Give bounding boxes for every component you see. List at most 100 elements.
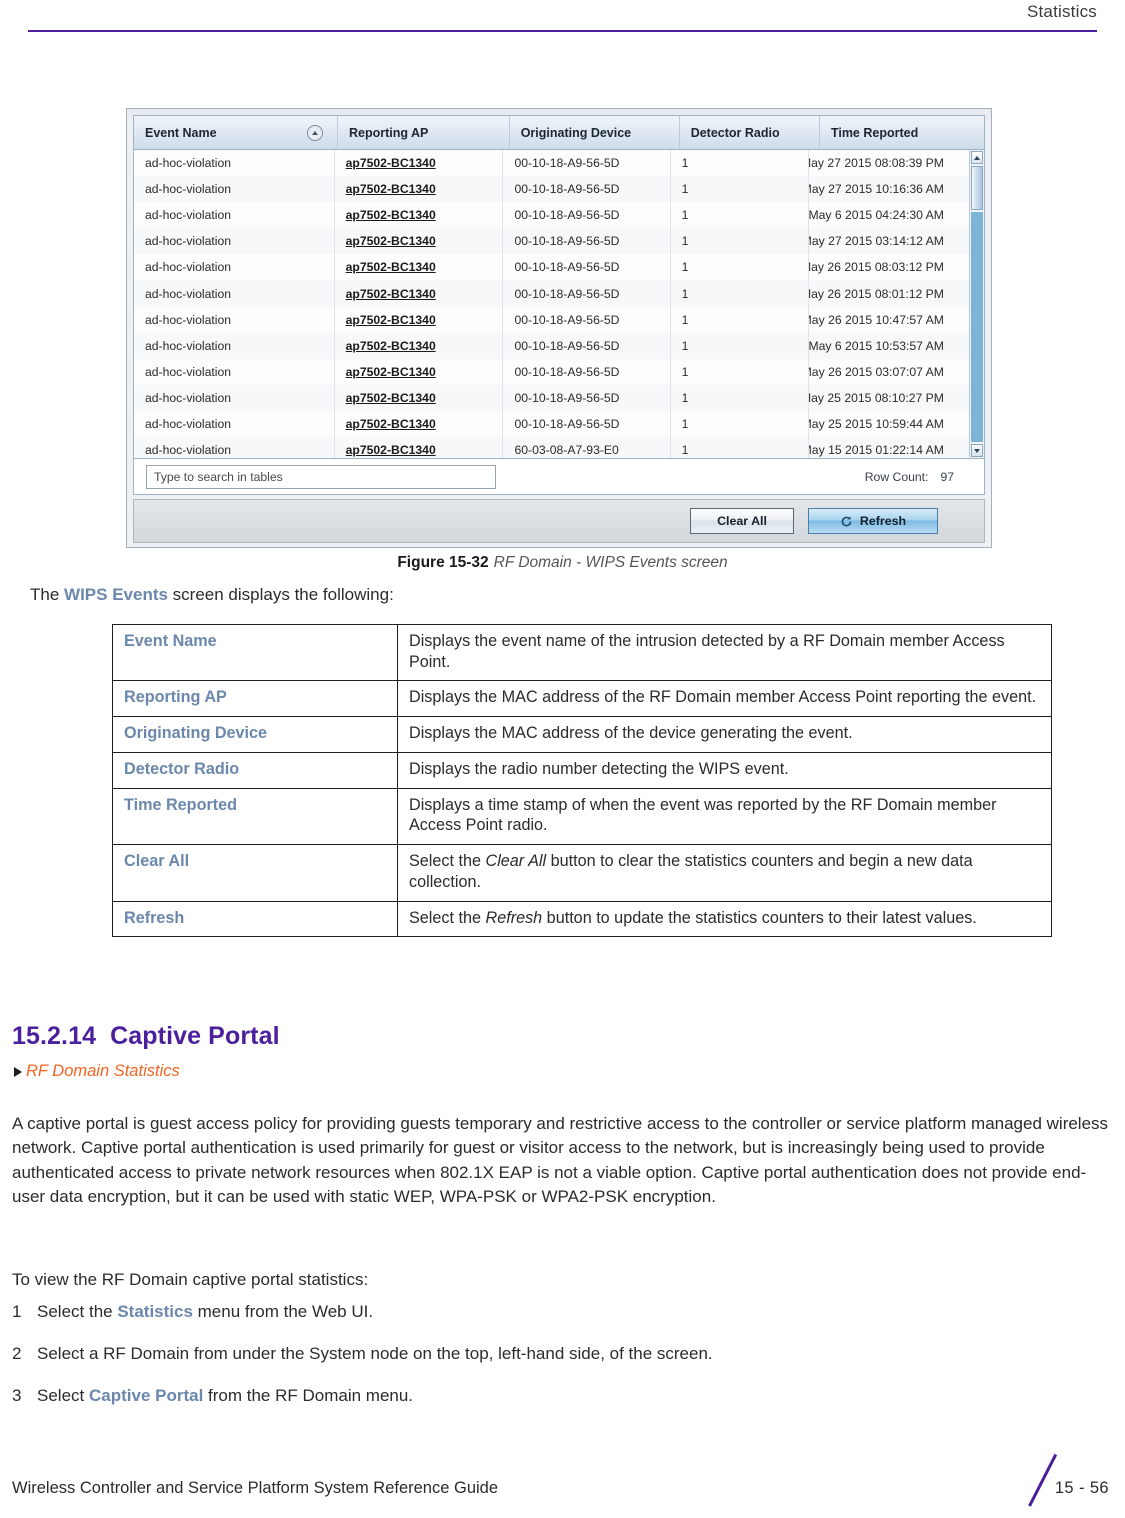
cell-time-reported: Mon May 25 2015 10:59:44 AM xyxy=(809,416,944,431)
cell-reporting-ap[interactable]: ap7502-BC1340 xyxy=(335,280,504,307)
table-row[interactable]: ad-hoc-violation ap7502-BC1340 00-10-18-… xyxy=(134,384,970,411)
header-rule xyxy=(28,30,1097,32)
cell-detector-radio: 1 xyxy=(671,254,809,281)
refresh-button[interactable]: Refresh xyxy=(808,508,938,534)
cell-reporting-ap[interactable]: ap7502-BC1340 xyxy=(335,228,504,255)
table-row[interactable]: ad-hoc-violation ap7502-BC1340 00-10-18-… xyxy=(134,176,970,203)
step-keyword: Statistics xyxy=(117,1302,193,1321)
column-header-reporting-ap[interactable]: Reporting AP xyxy=(338,116,510,149)
running-header: Statistics xyxy=(0,0,1125,32)
desc-originating-device: Displays the MAC address of the device g… xyxy=(397,716,1052,753)
column-header-detector-radio-label: Detector Radio xyxy=(690,125,780,140)
cell-detector-radio: 1 xyxy=(671,280,809,307)
figure-number: Figure 15-32 xyxy=(397,554,489,571)
table-row[interactable]: ad-hoc-violation ap7502-BC1340 00-10-18-… xyxy=(134,410,970,438)
column-header-event-name[interactable]: Event Name xyxy=(134,116,338,149)
table-row[interactable]: ad-hoc-violation ap7502-BC1340 00-10-18-… xyxy=(134,202,970,229)
clear-all-label: Clear All xyxy=(717,514,767,528)
scrollbar-track[interactable] xyxy=(971,212,983,442)
search-input[interactable]: Type to search in tables xyxy=(146,464,496,489)
step-keyword: Captive Portal xyxy=(88,1386,204,1405)
section-heading: 15.2.14 Captive Portal xyxy=(12,1022,280,1051)
cell-time-reported: Mon May 25 2015 08:10:27 PM xyxy=(809,390,944,405)
table-row[interactable]: ad-hoc-violation ap7502-BC1340 00-10-18-… xyxy=(134,358,970,385)
desc-reporting-ap: Displays the MAC address of the RF Domai… xyxy=(397,680,1052,718)
cell-event-name: ad-hoc-violation xyxy=(134,280,335,307)
cell-reporting-ap[interactable]: ap7502-BC1340 xyxy=(335,437,504,458)
cell-originating-device: 00-10-18-A9-56-5D xyxy=(503,254,671,281)
wips-events-screen: Event Name Reporting AP Originating Devi… xyxy=(126,108,992,548)
scrollbar-thumb[interactable] xyxy=(971,166,983,210)
desc-event-name: Displays the event name of the intrusion… xyxy=(397,623,1052,682)
step-number: 3 xyxy=(12,1386,22,1405)
cell-reporting-ap[interactable]: ap7502-BC1340 xyxy=(335,306,504,333)
cell-reporting-ap[interactable]: ap7502-BC1340 xyxy=(335,410,504,438)
table-row[interactable]: ad-hoc-violation ap7502-BC1340 00-10-18-… xyxy=(134,228,970,255)
cell-reporting-ap[interactable]: ap7502-BC1340 xyxy=(335,384,504,411)
term-refresh: Refresh xyxy=(112,900,398,938)
cell-event-name: ad-hoc-violation xyxy=(134,358,335,385)
row-count-value: 97 xyxy=(940,469,954,484)
grid-footer: Type to search in tables Row Count: 97 xyxy=(134,458,984,494)
events-grid-panel: Event Name Reporting AP Originating Devi… xyxy=(133,115,985,495)
scroll-down-icon[interactable] xyxy=(971,444,983,457)
list-item: 1 Select the Statistics menu from the We… xyxy=(12,1302,1112,1322)
cell-event-name: ad-hoc-violation xyxy=(134,332,335,359)
procedure-lead-in: To view the RF Domain captive portal sta… xyxy=(12,1270,369,1289)
table-row[interactable]: ad-hoc-violation ap7502-BC1340 00-10-18-… xyxy=(134,332,970,359)
column-header-detector-radio[interactable]: Detector Radio xyxy=(680,116,820,149)
table-row[interactable]: ad-hoc-violation ap7502-BC1340 60-03-08-… xyxy=(134,437,970,458)
table-row[interactable]: ad-hoc-violation ap7502-BC1340 00-10-18-… xyxy=(134,150,970,177)
cell-detector-radio: 1 xyxy=(671,410,809,438)
cell-detector-radio: 1 xyxy=(671,202,809,229)
column-header-originating-device[interactable]: Originating Device xyxy=(510,116,680,149)
intro-keyword: WIPS Events xyxy=(64,585,168,604)
cell-reporting-ap[interactable]: ap7502-BC1340 xyxy=(335,176,504,203)
cell-detector-radio: 1 xyxy=(671,150,809,177)
cell-reporting-ap[interactable]: ap7502-BC1340 xyxy=(335,254,504,281)
desc-clear-all-em: Clear All xyxy=(485,852,547,871)
step-text: Select a RF Domain from under the System… xyxy=(37,1344,713,1364)
table-row[interactable]: ad-hoc-violation ap7502-BC1340 00-10-18-… xyxy=(134,254,970,281)
cross-reference-link[interactable]: RF Domain Statistics xyxy=(14,1062,180,1081)
cell-reporting-ap[interactable]: ap7502-BC1340 xyxy=(335,150,504,177)
cell-event-name: ad-hoc-violation xyxy=(134,150,335,177)
scroll-up-icon[interactable] xyxy=(971,151,983,164)
table-row[interactable]: ad-hoc-violation ap7502-BC1340 00-10-18-… xyxy=(134,280,970,307)
term-event-name: Event Name xyxy=(112,623,398,682)
desc-detector-radio: Displays the radio number detecting the … xyxy=(397,751,1052,789)
cell-detector-radio: 1 xyxy=(671,176,809,203)
cell-event-name: ad-hoc-violation xyxy=(134,437,335,458)
table-row: Originating Device Displays the MAC addr… xyxy=(112,716,1052,753)
sort-ascending-icon[interactable] xyxy=(307,124,323,141)
cell-reporting-ap[interactable]: ap7502-BC1340 xyxy=(335,202,504,229)
step-text: Select Captive Portal from the RF Domain… xyxy=(37,1386,413,1406)
cell-originating-device: 00-10-18-A9-56-5D xyxy=(503,332,671,359)
table-row: Clear All Select the Clear All button to… xyxy=(112,844,1052,902)
cell-event-name: ad-hoc-violation xyxy=(134,384,335,411)
term-reporting-ap: Reporting AP xyxy=(112,680,398,718)
cell-event-name: ad-hoc-violation xyxy=(134,202,335,229)
field-description-table: Event Name Displays the event name of th… xyxy=(112,623,1052,938)
term-time-reported: Time Reported xyxy=(112,787,398,846)
vertical-scrollbar[interactable] xyxy=(969,150,984,458)
cell-reporting-ap[interactable]: ap7502-BC1340 xyxy=(335,332,504,359)
cell-time-reported: Tue May 26 2015 08:03:12 PM xyxy=(809,260,944,275)
grid-header-row: Event Name Reporting AP Originating Devi… xyxy=(134,116,984,150)
clear-all-button[interactable]: Clear All xyxy=(690,508,794,534)
cell-time-reported: Wed May 6 2015 04:24:30 AM xyxy=(808,208,944,223)
cell-originating-device: 00-10-18-A9-56-5D xyxy=(503,384,671,411)
table-row[interactable]: ad-hoc-violation ap7502-BC1340 00-10-18-… xyxy=(134,306,970,333)
column-header-time-reported[interactable]: Time Reported xyxy=(820,116,984,149)
cell-event-name: ad-hoc-violation xyxy=(134,176,335,203)
cell-time-reported: Tue May 26 2015 03:07:07 AM xyxy=(809,364,944,379)
cross-reference-label: RF Domain Statistics xyxy=(26,1062,180,1080)
cell-detector-radio: 1 xyxy=(671,358,809,385)
cell-reporting-ap[interactable]: ap7502-BC1340 xyxy=(335,358,504,385)
running-head-text: Statistics xyxy=(1026,2,1097,21)
step-number: 1 xyxy=(12,1302,22,1321)
cell-time-reported: Wed May 6 2015 10:53:57 AM xyxy=(808,338,944,353)
cell-detector-radio: 1 xyxy=(671,437,809,458)
section-title: Captive Portal xyxy=(110,1022,280,1050)
desc-refresh-post: button to update the statistics counters… xyxy=(542,908,977,927)
